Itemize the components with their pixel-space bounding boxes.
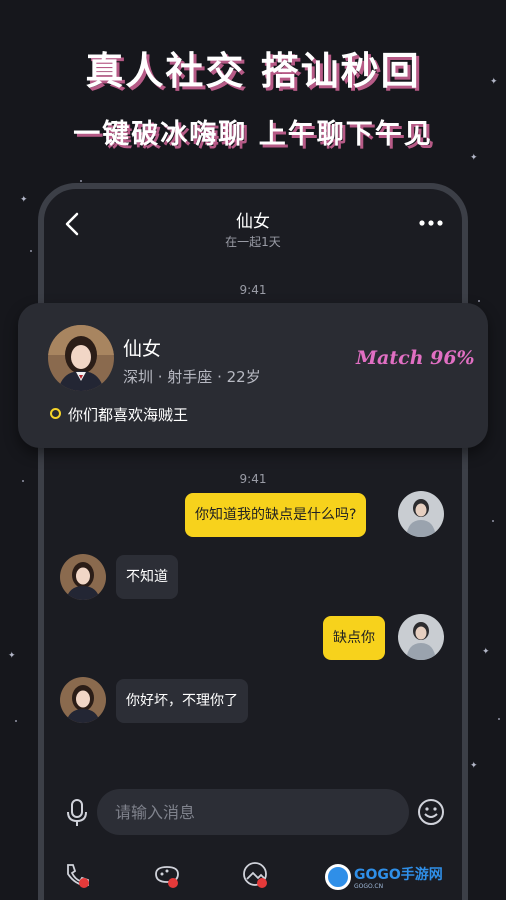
timestamp: 9:41	[239, 283, 267, 297]
star-decoration: ✦	[8, 651, 16, 661]
shared-interest-tag: 你们都喜欢海贼王	[68, 406, 189, 424]
smile-icon[interactable]	[417, 798, 445, 826]
chat-title: 仙女	[236, 212, 270, 232]
star-dot	[492, 520, 494, 522]
profile-info: 深圳 · 射手座 · 22岁	[123, 368, 261, 386]
watermark-logo-icon	[325, 864, 351, 890]
avatar[interactable]	[48, 325, 114, 391]
star-dot	[22, 480, 24, 482]
star-decoration: ✦	[470, 153, 478, 163]
star-dot	[15, 720, 17, 722]
my-avatar[interactable]	[398, 491, 444, 537]
profile-card[interactable]: 仙女 深圳 · 射手座 · 22岁 Match 96% 你们都喜欢海贼王	[18, 303, 488, 448]
star-dot	[478, 300, 480, 302]
watermark-domain: GOGO.CN	[354, 883, 384, 890]
watermark: GOGO手游网 GOGO.CN	[325, 862, 443, 892]
message-input[interactable]	[97, 789, 409, 835]
message-bubble-outgoing[interactable]: 缺点你	[323, 616, 385, 660]
timestamp: 9:41	[239, 472, 267, 486]
profile-name: 仙女	[123, 338, 162, 360]
headline-primary: 真人社交 搭讪秒回	[85, 49, 421, 93]
star-decoration: ✦	[470, 761, 478, 771]
star-decoration: ✦	[482, 647, 490, 657]
message-bubble-incoming[interactable]: 你好坏，不理你了	[116, 679, 248, 723]
game-icon[interactable]	[152, 860, 182, 890]
contact-avatar[interactable]	[60, 554, 106, 600]
star-dot	[30, 250, 32, 252]
match-score: Match 96%	[356, 347, 475, 369]
star-dot	[498, 718, 500, 720]
watermark-brand: GOGO手游网	[354, 867, 443, 883]
headline-secondary: 一键破冰嗨聊 上午聊下午见	[73, 119, 433, 150]
photo-icon[interactable]	[241, 860, 271, 890]
more-icon[interactable]	[418, 215, 444, 231]
message-input-container[interactable]	[97, 789, 409, 835]
star-dot	[80, 180, 82, 182]
contact-avatar[interactable]	[60, 677, 106, 723]
message-bubble-incoming[interactable]: 不知道	[116, 555, 178, 599]
message-bubble-outgoing[interactable]: 你知道我的缺点是什么吗?	[185, 493, 367, 537]
star-decoration: ✦	[20, 195, 28, 205]
watermark-text: GOGO手游网 GOGO.CN	[351, 864, 443, 890]
tag-ring-icon	[50, 408, 61, 419]
call-icon[interactable]	[62, 860, 92, 890]
my-avatar[interactable]	[398, 614, 444, 660]
chat-subtitle: 在一起1天	[225, 235, 281, 249]
mic-icon[interactable]	[64, 798, 90, 828]
